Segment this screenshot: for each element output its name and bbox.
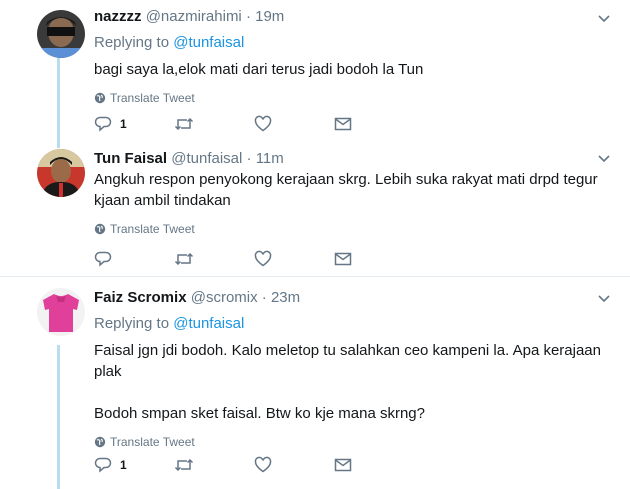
translate-label: Translate Tweet (110, 435, 195, 449)
heart-icon (254, 115, 272, 132)
like-button[interactable] (254, 115, 334, 133)
replying-to: Replying to @tunfaisal (94, 33, 610, 53)
separator-dot: · (245, 8, 251, 25)
author-handle[interactable]: @tunfaisal (171, 150, 242, 167)
tweet-text-line (94, 382, 610, 403)
separator-dot: · (261, 289, 267, 306)
separator-dot: · (246, 150, 252, 167)
reply-button[interactable]: 1 (94, 456, 174, 474)
author-name[interactable]: Tun Faisal (94, 150, 167, 167)
retweet-button[interactable] (174, 115, 254, 133)
like-button[interactable] (254, 250, 334, 268)
author-handle[interactable]: @nazmirahimi (146, 8, 242, 25)
replying-to: Replying to @tunfaisal (94, 314, 610, 334)
envelope-icon (334, 252, 352, 266)
reply-icon (94, 116, 112, 132)
retweet-icon (174, 458, 194, 472)
envelope-icon (334, 458, 352, 472)
globe-icon (94, 436, 106, 448)
message-button[interactable] (334, 456, 352, 474)
tweet-text-line: Bodoh smpan sket faisal. Btw ko kje mana… (94, 405, 425, 422)
author-handle[interactable]: @scromix (191, 289, 258, 306)
retweet-icon (174, 252, 194, 266)
globe-icon (94, 223, 106, 235)
translate-label: Translate Tweet (110, 222, 195, 236)
tweet-text: bagi saya la,elok mati dari terus jadi b… (94, 59, 610, 80)
chevron-down-icon[interactable] (596, 150, 612, 166)
replying-handle-link[interactable]: @tunfaisal (173, 34, 244, 51)
retweet-button[interactable] (174, 456, 254, 474)
timestamp[interactable]: 11m (256, 150, 284, 167)
tweet-text-line: Angkuh respon penyokong kerajaan skrg. L… (94, 171, 598, 188)
message-button[interactable] (334, 250, 352, 268)
heart-icon (254, 456, 272, 473)
retweet-icon (174, 117, 194, 131)
timestamp[interactable]: 23m (271, 289, 300, 306)
envelope-icon (334, 117, 352, 131)
reply-icon (94, 457, 112, 473)
chevron-down-icon[interactable] (596, 290, 612, 306)
translate-label: Translate Tweet (110, 91, 195, 105)
tweet-text-line: bagi saya la,elok mati dari terus jadi b… (94, 61, 424, 78)
reply-button[interactable]: 1 (94, 115, 174, 133)
chevron-down-icon[interactable] (596, 10, 612, 26)
globe-icon (94, 92, 106, 104)
author-name[interactable]: Faiz Scromix (94, 289, 187, 306)
replying-label: Replying to (94, 34, 170, 51)
reply-count: 1 (120, 458, 127, 472)
replying-handle-link[interactable]: @tunfaisal (173, 315, 244, 332)
translate-tweet-link[interactable]: Translate Tweet (94, 90, 610, 106)
author-name[interactable]: nazzzz (94, 8, 142, 25)
tweet-nazzzz[interactable]: nazzzz @nazmirahimi · 19m Replying to @t… (0, 0, 630, 140)
reply-button[interactable] (94, 250, 174, 268)
message-button[interactable] (334, 115, 352, 133)
translate-tweet-link[interactable]: Translate Tweet (94, 221, 610, 237)
tweet-text-line: Faisal jgn jdi bodoh. Kalo meletop tu sa… (94, 342, 601, 359)
translate-tweet-link[interactable]: Translate Tweet (94, 434, 610, 450)
avatar[interactable] (37, 149, 85, 197)
reply-count: 1 (120, 117, 127, 131)
tweet-text-line: kjaan ambil tindakan (94, 192, 231, 209)
tweet-faiz-scromix[interactable]: Faiz Scromix @scromix · 23m Replying to … (0, 276, 630, 489)
avatar[interactable] (37, 288, 85, 336)
heart-icon (254, 250, 272, 267)
avatar[interactable] (37, 10, 85, 58)
like-button[interactable] (254, 456, 334, 474)
tweet-text: Faisal jgn jdi bodoh. Kalo meletop tu sa… (94, 340, 610, 424)
reply-icon (94, 251, 112, 267)
timestamp[interactable]: 19m (255, 8, 284, 25)
tweet-text-line: plak (94, 363, 122, 380)
tweet-text: Angkuh respon penyokong kerajaan skrg. L… (94, 169, 610, 211)
tweet-tun-faisal[interactable]: Tun Faisal @tunfaisal · 11m Angkuh respo… (0, 140, 630, 275)
retweet-button[interactable] (174, 250, 254, 268)
replying-label: Replying to (94, 315, 170, 332)
